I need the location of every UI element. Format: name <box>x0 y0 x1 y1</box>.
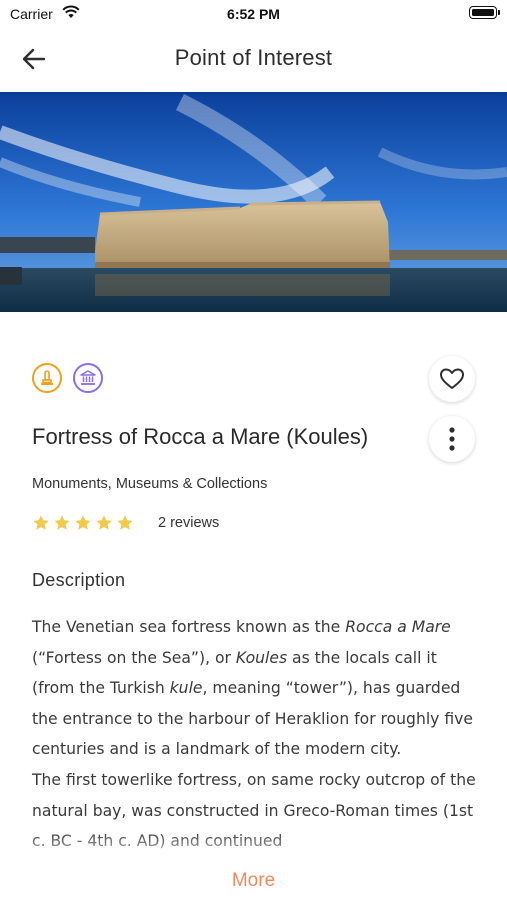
monument-icon <box>32 363 62 393</box>
poi-title: Fortress of Rocca a Mare (Koules) <box>32 424 369 449</box>
description-text: The Venetian sea fortress known as the R… <box>32 612 482 857</box>
vertical-dots-icon <box>449 427 455 451</box>
museum-glyph-icon <box>80 370 96 385</box>
star-icon <box>75 515 91 530</box>
reviews-link[interactable]: 2 reviews <box>158 515 219 531</box>
hero-image <box>0 92 507 312</box>
status-bar: Carrier 6:52 PM <box>0 0 507 28</box>
heart-icon <box>440 368 464 389</box>
description-paragraph: The Venetian sea fortress known as the R… <box>32 618 473 759</box>
museum-icon <box>73 363 103 393</box>
star-icon <box>33 515 49 530</box>
star-icon <box>54 515 70 530</box>
description-heading: Description <box>32 570 126 590</box>
rating-stars <box>32 514 134 532</box>
monument-glyph-icon <box>41 370 53 385</box>
fortress-photo <box>0 92 507 312</box>
page-title: Point of Interest <box>174 45 333 70</box>
favorite-button[interactable] <box>429 356 475 402</box>
more-options-button[interactable] <box>429 416 475 462</box>
navigation-bar: Point of Interest <box>0 28 507 92</box>
star-icon <box>96 515 112 530</box>
clock: 6:52 PM <box>227 6 280 22</box>
battery-icon <box>469 6 500 19</box>
poi-category: Monuments, Museums & Collections <box>32 476 268 492</box>
star-icon <box>117 515 133 530</box>
more-button[interactable]: More <box>0 870 507 892</box>
